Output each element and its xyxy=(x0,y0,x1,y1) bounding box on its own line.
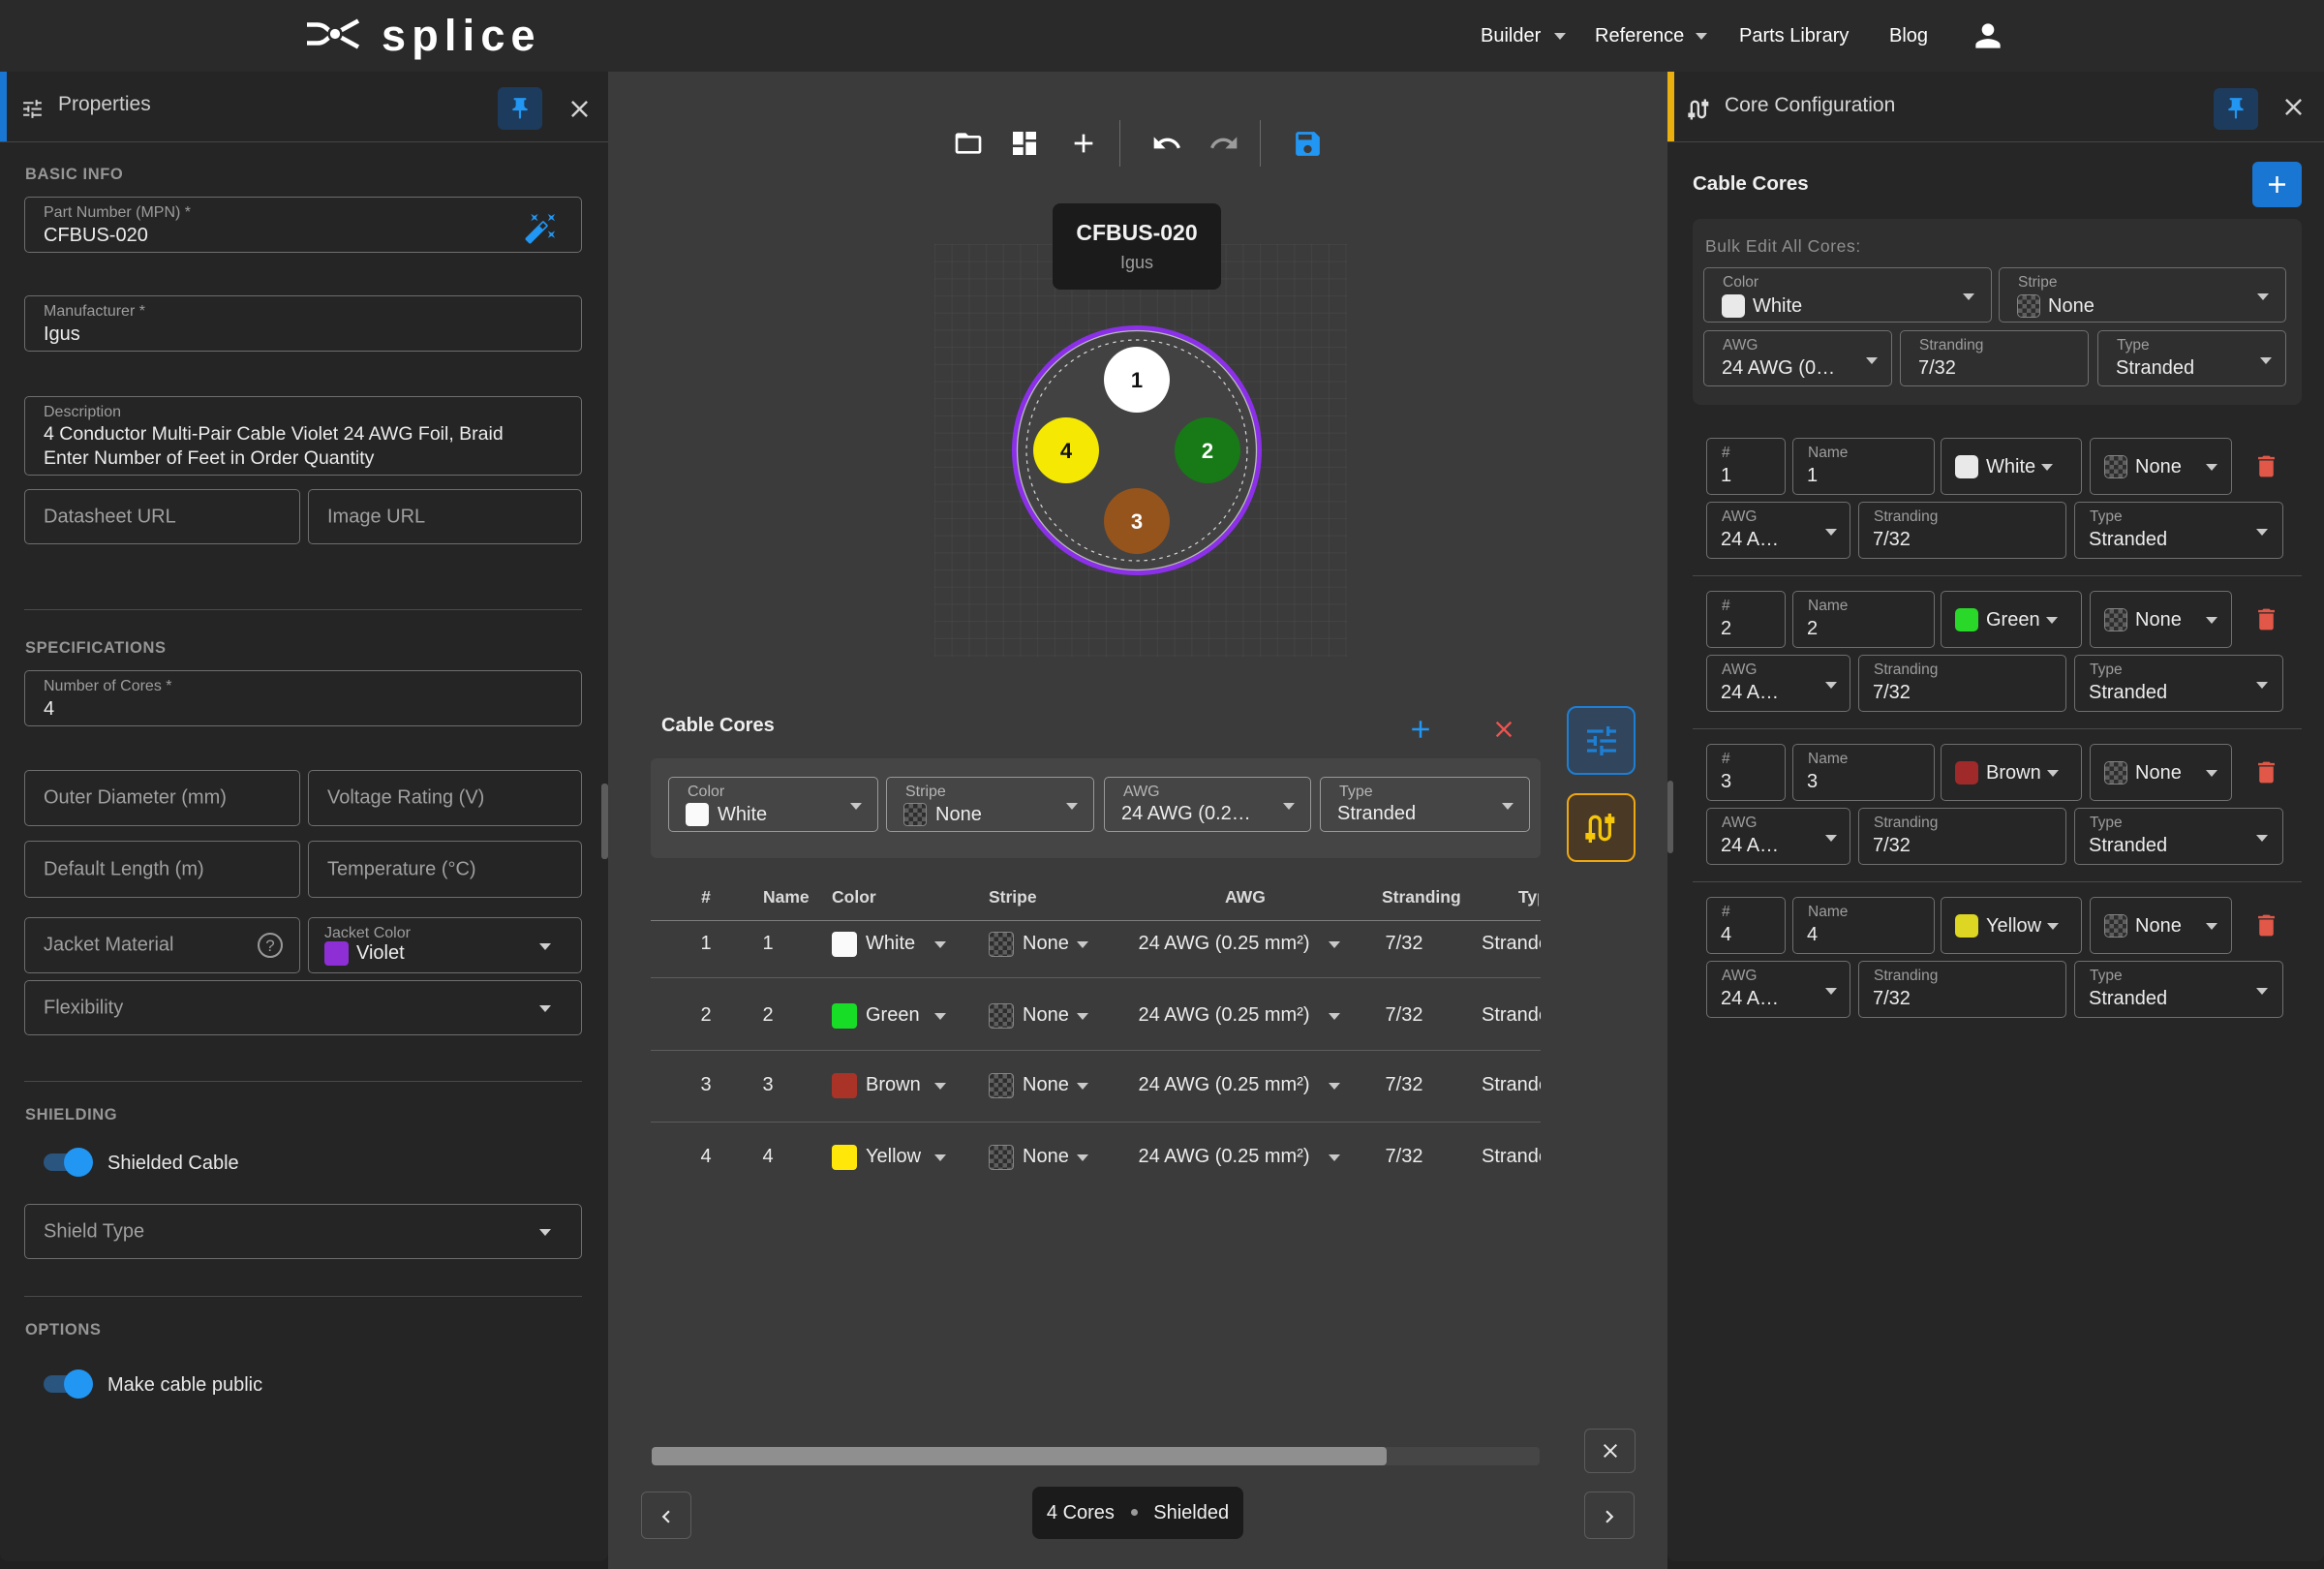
svg-text:4: 4 xyxy=(1060,439,1073,463)
svg-text:1: 1 xyxy=(1131,368,1143,392)
svg-text:2: 2 xyxy=(1202,439,1213,463)
svg-text:3: 3 xyxy=(1131,509,1143,534)
